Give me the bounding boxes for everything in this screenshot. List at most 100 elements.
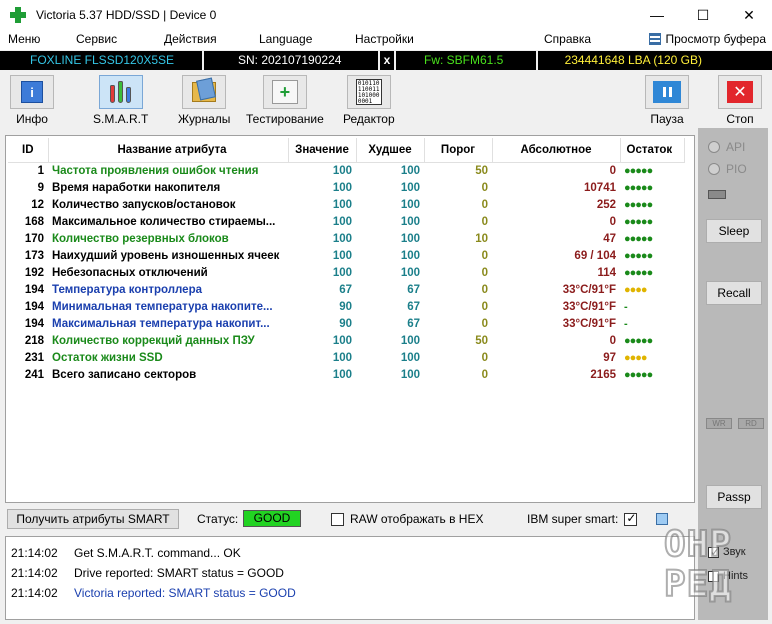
cell-value: 100 [332,249,352,262]
menu-bar: Меню Сервис Действия Language Настройки … [0,30,772,50]
menu-service[interactable]: Сервис [76,32,117,46]
cell-remaining: ●●●●● [624,249,653,262]
cell-id: 12 [31,198,44,211]
header-name[interactable]: Название атрибута [48,138,289,163]
cell-id: 168 [24,215,44,228]
drive-close-mark[interactable]: x [380,51,396,70]
drive-lba: 234441648 LBA (120 GB) [564,53,702,67]
cell-name: Минимальная температура накопите... [52,300,273,313]
smart-table-body: 1 Частота проявления ошибок чтения 100 100 5… [8,162,684,383]
smart-label: S.M.A.R.T [93,112,149,126]
table-row[interactable]: 1 Частота проявления ошибок чтения 100 100 5… [8,162,684,179]
cell-threshold: 10 [475,232,488,245]
victoria-window: Victoria 5.37 HDD/SSD | Device 0 — ☐ ✕ М… [0,0,772,624]
menu-actions[interactable]: Действия [164,32,217,46]
cell-id: 1 [37,164,44,177]
ibm-smart-option[interactable]: IBM super smart: [527,511,638,526]
header-threshold[interactable]: Порог [424,138,493,163]
ibm-smart-checkbox[interactable] [624,511,638,526]
menu-settings[interactable]: Настройки [355,32,414,46]
pio-option[interactable]: PIO [708,162,747,176]
cell-name: Время наработки накопителя [52,181,221,194]
get-smart-button[interactable]: Получить атрибуты SMART [7,509,179,529]
raw-hex-checkbox[interactable] [331,512,344,526]
table-row[interactable]: 194 Минимальная температура накопите... 90… [8,298,684,315]
cell-remaining: ●●●●● [624,164,653,177]
table-row[interactable]: 194 Максимальная температура накопит... 90… [8,315,684,332]
drive-firmware: Fw: SBFM61.5 [396,51,538,70]
menu-language[interactable]: Language [259,32,312,46]
log-message: Victoria reported: SMART status = GOOD [74,586,296,600]
stop-icon: ✕ [727,81,753,103]
table-row[interactable]: 9 Время наработки накопителя 100 100 0 10741 ●… [8,179,684,196]
cell-threshold: 0 [481,266,488,279]
editor-button[interactable]: 010110 110011 101000 0001 Редактор [343,75,395,126]
ibm-smart-label: IBM super smart: [527,512,619,526]
passp-button[interactable]: Passp [706,485,762,509]
api-radio[interactable] [708,141,720,153]
cell-absolute: 252 [596,198,616,211]
table-row[interactable]: 173 Наихудший уровень изношенных ячеек 100… [8,247,684,264]
maximize-button[interactable]: ☐ [680,0,726,30]
table-row[interactable]: 170 Количество резервных блоков 100 100 10 47… [8,230,684,247]
cell-absolute: 0 [609,164,616,177]
cell-value: 100 [332,181,352,194]
recall-button[interactable]: Recall [706,281,762,305]
testing-button[interactable]: + Тестирование [246,75,324,126]
hints-option[interactable]: Hints [708,570,748,582]
cell-threshold: 0 [481,181,488,194]
toolbar: i Инфо S.M.A.R.T Журналы + Тестирование … [0,72,772,128]
sound-option[interactable]: Звук [708,545,746,559]
menu-help[interactable]: Справка [544,32,591,46]
cell-absolute: 0 [609,334,616,347]
header-absolute[interactable]: Абсолютное [492,138,621,163]
status-badge: GOOD [243,510,301,527]
sleep-button[interactable]: Sleep [706,219,762,243]
header-value[interactable]: Значение [288,138,357,163]
pio-radio[interactable] [708,163,720,175]
table-row[interactable]: 231 Остаток жизни SSD 100 100 0 97 ●●●● [8,349,684,366]
info-button[interactable]: i Инфо [10,75,54,126]
cell-name: Количество коррекций данных ПЗУ [52,334,255,347]
buffer-view-label: Просмотр буфера [665,32,766,46]
hints-checkbox[interactable] [708,570,719,582]
table-row[interactable]: 12 Количество запусков/остановок 100 100 0 25… [8,196,684,213]
pause-button[interactable]: Пауза [645,75,689,126]
table-row[interactable]: 218 Количество коррекций данных ПЗУ 100 100… [8,332,684,349]
cell-remaining: ●●●● [624,283,648,296]
color-indicator[interactable] [656,513,668,525]
minimize-button[interactable]: — [634,0,680,30]
drive-model[interactable]: FOXLINE FLSSD120X5SE [0,51,204,70]
header-id[interactable]: ID [8,138,49,163]
api-option[interactable]: API [708,140,745,154]
table-row[interactable]: 192 Небезопасных отключений 100 100 0 114 ●●●●… [8,264,684,281]
smart-table-panel[interactable]: ID Название атрибута Значение Худшее Пор… [5,135,695,503]
log-line: 21:14:02 Get S.M.A.R.T. command... OK [6,543,694,563]
journals-button[interactable]: Журналы [178,75,230,126]
cell-threshold: 50 [475,334,488,347]
smart-button[interactable]: S.M.A.R.T [93,75,148,126]
window-controls: — ☐ ✕ [634,0,772,30]
header-worst[interactable]: Худшее [356,138,425,163]
stop-button[interactable]: ✕ Стоп [718,75,762,126]
log-panel[interactable]: 21:14:02 Get S.M.A.R.T. command... OK 21:1… [5,536,695,620]
log-line: 21:14:02 Victoria reported: SMART status … [6,583,694,603]
raw-hex-option[interactable]: RAW отображать в HEX [331,512,483,526]
header-remaining[interactable]: Остаток [620,138,685,163]
cell-id: 194 [24,283,44,296]
cell-id: 9 [37,181,44,194]
info-icon: i [21,81,43,103]
cell-worst: 67 [407,283,420,296]
table-row[interactable]: 168 Максимальное количество стираемы... 10… [8,213,684,230]
sound-checkbox[interactable] [708,545,720,559]
cell-worst: 100 [400,232,420,245]
buffer-view-menu[interactable]: Просмотр буфера [649,32,766,46]
table-row[interactable]: 194 Температура контроллера 67 67 0 33°C/91°F… [8,281,684,298]
close-button[interactable]: ✕ [726,0,772,30]
menu-main[interactable]: Меню [8,32,40,46]
cell-id: 218 [24,334,44,347]
cell-remaining: ●●●●● [624,198,653,211]
table-row[interactable]: 241 Всего записано секторов 100 100 0 2165 ●●●… [8,366,684,383]
cell-id: 192 [24,266,44,279]
cell-remaining: - [624,317,628,330]
